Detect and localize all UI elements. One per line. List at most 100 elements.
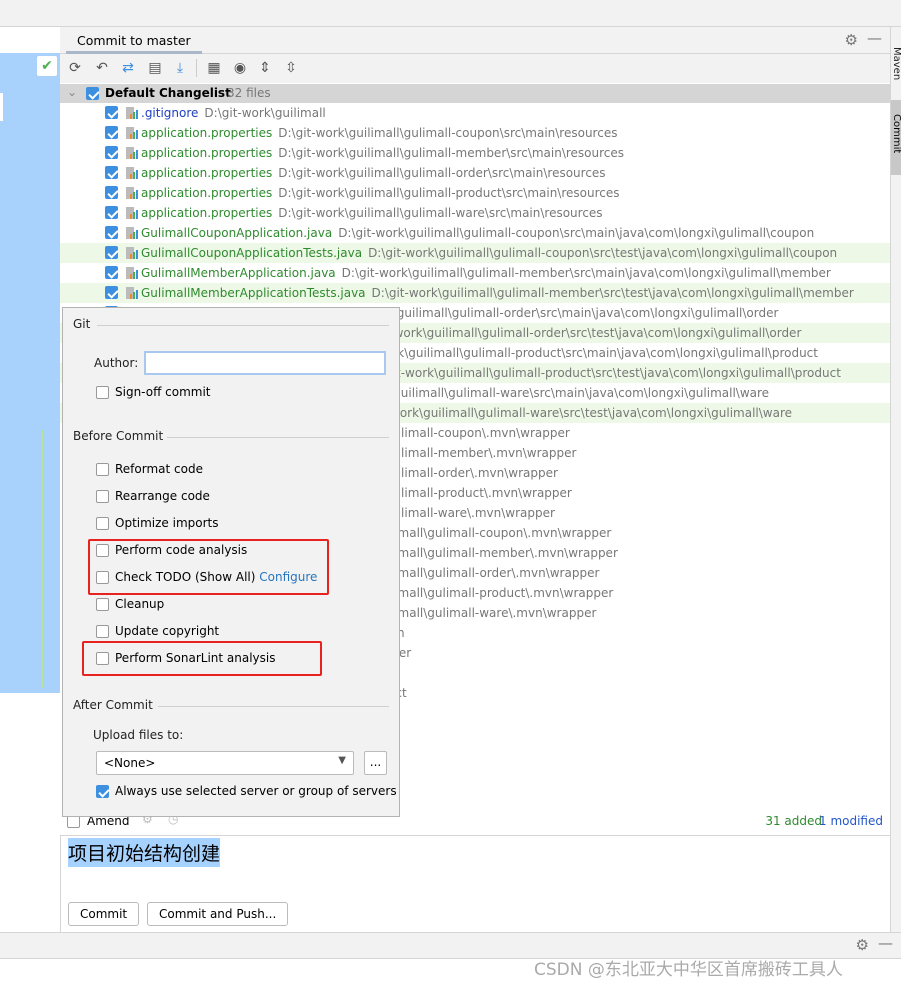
watermark: CSDN @东北亚大中华区首席搬砖工具人 [534, 960, 843, 980]
signoff-label: Sign-off commit [115, 385, 211, 399]
reformat-label: Reformat code [115, 462, 203, 476]
group-by-icon[interactable]: ▦ [204, 59, 224, 77]
file-icon [124, 226, 138, 240]
file-row[interactable]: GulimallCouponApplicationTests.java D:\gi… [60, 243, 890, 263]
file-icon [124, 266, 138, 280]
change-marker [41, 430, 43, 688]
upload-select[interactable]: <None> ▼ [96, 751, 354, 775]
dropdown-arrow-icon: ▼ [338, 755, 346, 766]
diff-icon[interactable]: ⇄ [118, 59, 138, 77]
expand-all-icon[interactable]: ⇕ [255, 59, 275, 77]
author-input[interactable] [144, 351, 386, 375]
annotation-box [82, 641, 322, 676]
show-changes-icon[interactable]: ▤ [145, 59, 165, 77]
cleanup-checkbox[interactable] [96, 598, 109, 611]
top-bar [0, 0, 901, 27]
file-path: D:\git-work\guilimall\gulimall-ware\src\… [278, 206, 603, 220]
browse-button[interactable]: ... [364, 751, 387, 775]
file-checkbox[interactable] [105, 186, 118, 199]
before-commit-title: Before Commit [73, 429, 164, 443]
rollback-icon[interactable]: ↶ [92, 59, 112, 77]
author-label: Author: [94, 356, 139, 370]
upload-label: Upload files to: [93, 728, 184, 742]
commit-tab-label: Commit [891, 114, 901, 154]
collapse-all-icon[interactable]: ⇳ [281, 59, 301, 77]
file-name: .gitignore [141, 106, 199, 120]
eye-icon[interactable]: ◉ [230, 59, 250, 77]
file-name: GulimallCouponApplication.java [141, 226, 333, 240]
changelist-name: Default Changelist [105, 86, 231, 100]
file-name: application.properties [141, 126, 273, 140]
changelist-header[interactable]: ⌄ Default Changelist 32 files [60, 84, 890, 103]
file-path: D:\git-work\guilimall\gulimall-order\src… [278, 166, 606, 180]
file-path: D:\git-work\guilimall\gulimall-product\s… [278, 186, 620, 200]
file-icon [124, 286, 138, 300]
always-use-checkbox[interactable] [96, 785, 109, 798]
file-path: D:\git-work\guilimall\gulimall-coupon\sr… [338, 226, 815, 240]
file-row[interactable]: application.properties D:\git-work\guilim… [60, 143, 890, 163]
file-checkbox[interactable] [105, 226, 118, 239]
refresh-icon[interactable]: ⟳ [65, 59, 85, 77]
file-path: D:\git-work\guilimall\gulimall-product\s… [367, 366, 841, 380]
optimize-imports-checkbox[interactable] [96, 517, 109, 530]
file-name: GulimallMemberApplication.java [141, 266, 336, 280]
file-row[interactable]: .gitignore D:\git-work\guilimall [60, 103, 890, 123]
after-commit-title: After Commit [73, 698, 153, 712]
file-checkbox[interactable] [105, 246, 118, 259]
commit-message-area[interactable]: 项目初始结构创建 Commit Commit and Push... [60, 835, 890, 932]
signoff-checkbox[interactable] [96, 386, 109, 399]
file-row[interactable]: GulimallMemberApplication.java D:\git-wor… [60, 263, 890, 283]
file-checkbox[interactable] [105, 206, 118, 219]
file-checkbox[interactable] [105, 146, 118, 159]
file-checkbox[interactable] [105, 166, 118, 179]
changelist-count: 32 files [227, 86, 271, 100]
commit-button[interactable]: Commit [68, 902, 140, 926]
file-icon [124, 126, 138, 140]
file-checkbox[interactable] [105, 106, 118, 119]
file-icon [124, 106, 138, 120]
file-path: D:\git-work\guilimall [204, 106, 326, 120]
check-icon[interactable]: ✔ [37, 56, 57, 76]
file-name: application.properties [141, 206, 273, 220]
commit-toolbar: ⟳ ↶ ⇄ ▤ ⤓ ▦ ◉ ⇕ ⇳ [60, 54, 890, 83]
file-icon [124, 206, 138, 220]
gear-icon[interactable]: ⚙ [845, 31, 858, 49]
file-name: application.properties [141, 146, 273, 160]
update-copyright-checkbox[interactable] [96, 625, 109, 638]
file-checkbox[interactable] [105, 286, 118, 299]
file-row[interactable]: application.properties D:\git-work\guilim… [60, 123, 890, 143]
cleanup-label: Cleanup [115, 597, 165, 611]
tab-commit[interactable]: Commit to master [66, 27, 202, 54]
commit-and-push-button[interactable]: Commit and Push... [147, 902, 289, 926]
always-use-label: Always use selected server or group of s… [115, 784, 397, 798]
modified-count: 1 modified [819, 814, 883, 828]
file-row[interactable]: application.properties D:\git-work\guilim… [60, 163, 890, 183]
update-copyright-label: Update copyright [115, 624, 220, 638]
minimize-icon[interactable]: — [867, 29, 882, 47]
file-row[interactable]: application.properties D:\git-work\guilim… [60, 183, 890, 203]
rearrange-checkbox[interactable] [96, 490, 109, 503]
file-icon [124, 146, 138, 160]
file-path: D:\git-work\guilimall\gulimall-ware\src\… [352, 406, 793, 420]
file-checkbox[interactable] [105, 126, 118, 139]
file-name: application.properties [141, 166, 273, 180]
gear-icon[interactable]: ⚙ [856, 936, 869, 954]
annotation-box [88, 539, 329, 595]
reformat-checkbox[interactable] [96, 463, 109, 476]
shelve-icon[interactable]: ⤓ [170, 59, 190, 77]
file-icon [124, 246, 138, 260]
file-row[interactable]: application.properties D:\git-work\guilim… [60, 203, 890, 223]
file-checkbox[interactable] [105, 266, 118, 279]
chevron-down-icon[interactable]: ⌄ [67, 85, 77, 99]
commit-message[interactable]: 项目初始结构创建 [68, 838, 221, 867]
file-row[interactable]: GulimallCouponApplication.java D:\git-wor… [60, 223, 890, 243]
maven-tab[interactable]: Maven [891, 47, 901, 80]
file-path: D:\git-work\guilimall\gulimall-coupon\sr… [278, 126, 618, 140]
file-name: GulimallMemberApplicationTests.java [141, 286, 366, 300]
added-count: 31 added [765, 814, 822, 828]
changelist-checkbox[interactable] [86, 87, 99, 100]
minimize-icon[interactable]: — [878, 934, 893, 952]
file-path: D:\git-work\guilimall\gulimall-order\src… [356, 326, 802, 340]
commit-side-tab[interactable]: Commit [891, 100, 901, 175]
file-row[interactable]: GulimallMemberApplicationTests.java D:\gi… [60, 283, 890, 303]
